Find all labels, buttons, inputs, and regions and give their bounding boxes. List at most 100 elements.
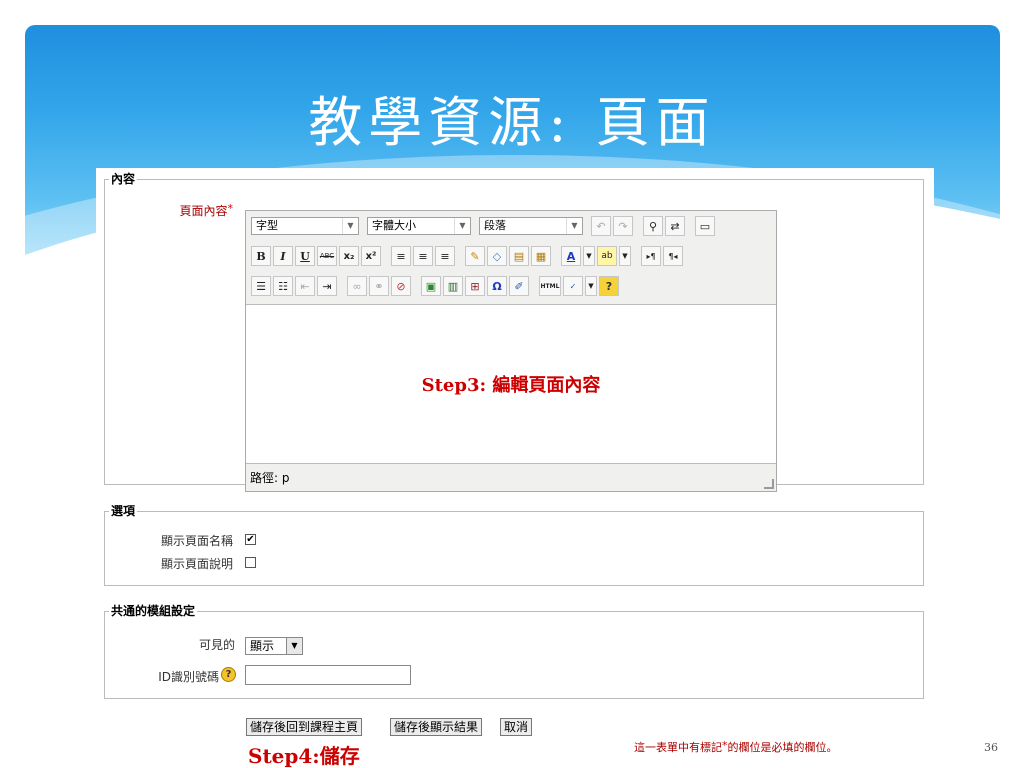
unlink-icon: ⚭ [374, 279, 384, 293]
help-icon: ? [605, 279, 613, 293]
link-button[interactable]: ∞ [347, 276, 367, 296]
save-display-button[interactable]: 儲存後顯示結果 [390, 718, 483, 736]
indent-button[interactable]: ⇥ [317, 276, 337, 296]
chevron-down-icon: ▼ [342, 218, 358, 234]
highlight-button[interactable]: ab [597, 246, 617, 266]
brush-icon: ✎ [470, 249, 480, 263]
cleanup-button[interactable]: ✎ [465, 246, 485, 266]
image-icon: ▣ [425, 279, 437, 293]
step4-annotation: Step4:儲存 [248, 744, 360, 768]
editor-content-area[interactable]: Step3: 編輯頁面內容 [246, 306, 776, 461]
underline-icon: U [300, 249, 310, 263]
subscript-icon: x₂ [343, 250, 355, 262]
font-color-button[interactable]: A [561, 246, 581, 266]
highlight-dropdown[interactable]: ▼ [619, 246, 631, 266]
nolink-button[interactable]: ⊘ [391, 276, 411, 296]
show-desc-checkbox[interactable] [245, 557, 256, 568]
replace-button[interactable]: ⇄ [665, 216, 685, 236]
redo-icon: ↷ [618, 219, 628, 233]
spellcheck-button[interactable]: ✓ [563, 276, 583, 296]
align-right-icon: ≡ [440, 249, 450, 263]
id-number-input[interactable] [245, 665, 411, 685]
replace-icon: ⇄ [670, 219, 680, 233]
save-return-button[interactable]: 儲存後回到課程主頁 [246, 718, 363, 736]
align-center-button[interactable]: ≡ [413, 246, 433, 266]
help-icon[interactable]: ? [221, 667, 236, 682]
editor-path-bar: 路徑: p [246, 463, 776, 491]
superscript-button[interactable]: x² [361, 246, 381, 266]
fullscreen-button[interactable]: ▭ [695, 216, 715, 236]
paste-word-button[interactable]: ▦ [531, 246, 551, 266]
link-icon: ∞ [352, 279, 362, 293]
page-content-label: 頁面內容* [125, 202, 233, 219]
find-button[interactable]: ⚲ [643, 216, 663, 236]
italic-button[interactable]: I [273, 246, 293, 266]
content-legend: 內容 [109, 172, 138, 186]
chevron-down-icon: ▼ [566, 218, 582, 234]
ltr-button[interactable]: ▸¶ [641, 246, 661, 266]
undo-button[interactable]: ↶ [591, 216, 611, 236]
format-select[interactable]: 段落 ▼ [479, 217, 583, 235]
font-color-dropdown[interactable]: ▼ [583, 246, 595, 266]
cancel-button[interactable]: 取消 [500, 718, 533, 736]
superscript-icon: x² [365, 250, 377, 262]
rtl-icon: ¶◂ [668, 251, 678, 261]
form-screenshot: 內容 頁面內容* 字型 ▼ 字體大小 ▼ 段落 ▼ ↶ ↷ ⚲ ⇄ ▭ B I … [96, 168, 934, 768]
redo-button[interactable]: ↷ [613, 216, 633, 236]
show-name-checkbox[interactable]: ✔ [245, 534, 256, 545]
strikethrough-icon: ABC [319, 252, 335, 260]
strikethrough-button[interactable]: ABC [317, 246, 337, 266]
edit-icon: ✐ [514, 279, 524, 293]
common-settings-legend: 共通的模組設定 [109, 604, 198, 618]
spellcheck-dropdown[interactable]: ▼ [585, 276, 597, 296]
paste-word-icon: ▦ [535, 249, 547, 263]
unlink-button[interactable]: ⚭ [369, 276, 389, 296]
align-right-button[interactable]: ≡ [435, 246, 455, 266]
insert-media-button[interactable]: ▥ [443, 276, 463, 296]
required-note-text-2: 的欄位是必填的欄位。 [727, 741, 838, 754]
html-icon: HTML [540, 282, 560, 290]
insert-table-button[interactable]: ⊞ [465, 276, 485, 296]
font-family-value: 字型 [256, 219, 278, 232]
undo-icon: ↶ [596, 219, 606, 233]
paste-text-icon: ▤ [513, 249, 525, 263]
options-legend: 選項 [109, 504, 138, 518]
bold-button[interactable]: B [251, 246, 271, 266]
editor-path-text: 路徑: p [250, 471, 290, 485]
show-name-label: 顯示頁面名稱 [160, 534, 233, 548]
step3-annotation: Step3: 編輯頁面內容 [421, 374, 601, 396]
font-family-select[interactable]: 字型 ▼ [251, 217, 359, 235]
visible-select[interactable]: 顯示 ▼ [245, 637, 303, 655]
omega-icon: Ω [492, 279, 502, 293]
bold-icon: B [256, 249, 266, 263]
ltr-icon: ▸¶ [646, 251, 656, 261]
nolink-icon: ⊘ [396, 279, 406, 293]
font-color-icon: A [566, 249, 576, 263]
edit-button[interactable]: ✐ [509, 276, 529, 296]
toolbar-row-2: B I U ABC x₂ x² ≡ ≡ ≡ ✎ ◇ ▤ ▦ A ▼ ab ▼ ▸… [251, 245, 683, 267]
bullet-list-button[interactable]: ☰ [251, 276, 271, 296]
paste-text-button[interactable]: ▤ [509, 246, 529, 266]
resize-grip-icon[interactable] [764, 479, 774, 489]
chevron-down-icon: ▼ [622, 252, 628, 260]
font-size-select[interactable]: 字體大小 ▼ [367, 217, 471, 235]
outdent-icon: ⇤ [300, 279, 310, 293]
insert-image-button[interactable]: ▣ [421, 276, 441, 296]
editor-help-button[interactable]: ? [599, 276, 619, 296]
outdent-button[interactable]: ⇤ [295, 276, 315, 296]
underline-button[interactable]: U [295, 246, 315, 266]
chevron-down-icon: ▼ [454, 218, 470, 234]
spellcheck-icon: ✓ [569, 281, 577, 291]
subscript-button[interactable]: x₂ [339, 246, 359, 266]
required-note-text-1: 這一表單中有標記 [634, 741, 722, 754]
special-char-button[interactable]: Ω [487, 276, 507, 296]
font-size-value: 字體大小 [372, 219, 416, 232]
eraser-icon: ◇ [492, 249, 502, 263]
id-number-label: ID識別號碼 [158, 670, 219, 684]
rich-text-editor: 字型 ▼ 字體大小 ▼ 段落 ▼ ↶ ↷ ⚲ ⇄ ▭ B I U ABC x₂ [245, 210, 777, 492]
rtl-button[interactable]: ¶◂ [663, 246, 683, 266]
remove-format-button[interactable]: ◇ [487, 246, 507, 266]
align-left-button[interactable]: ≡ [391, 246, 411, 266]
html-source-button[interactable]: HTML [539, 276, 561, 296]
numbered-list-button[interactable]: ☷ [273, 276, 293, 296]
